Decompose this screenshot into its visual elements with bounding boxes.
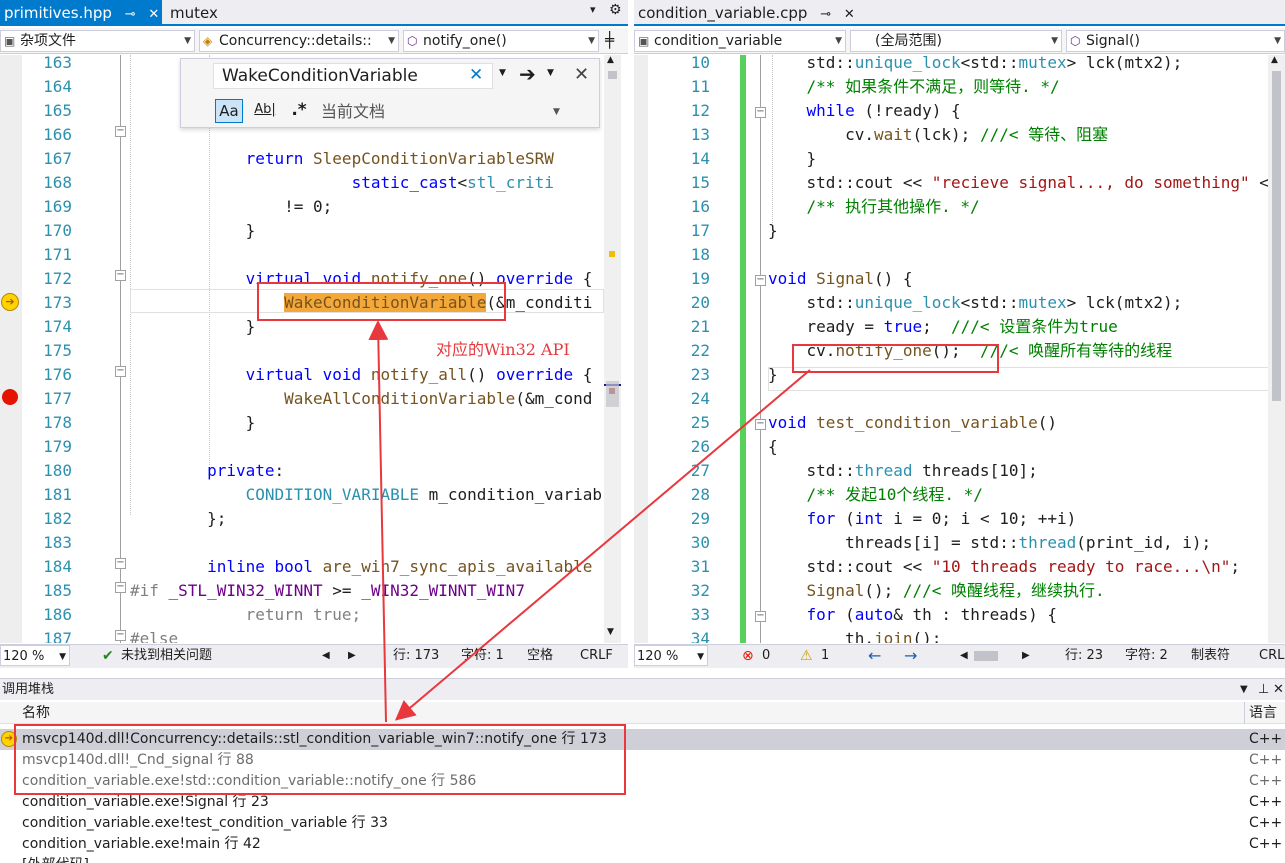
annotation-box-wake: [257, 282, 506, 321]
annotation-box-stack: [14, 724, 626, 795]
annotation-box-notify: [792, 344, 999, 373]
annotation-arrow: [394, 369, 811, 721]
annotation-overlay: [14, 282, 999, 795]
annotation-arrow: [368, 320, 389, 723]
annotation-label: 对应的Win32 API: [436, 340, 570, 359]
